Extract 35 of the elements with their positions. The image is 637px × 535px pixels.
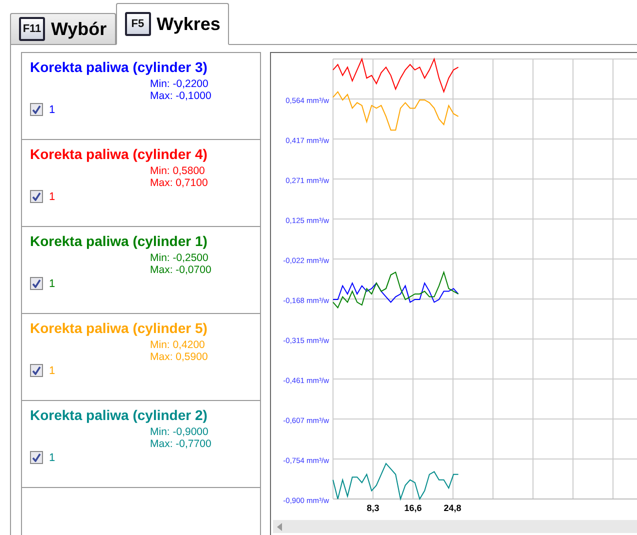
checkbox[interactable] (30, 190, 43, 203)
checkbox-label: 1 (49, 278, 56, 290)
series-title: Korekta paliwa (cylinder 2) (30, 407, 208, 423)
max-value: Max: -0,7700 (150, 438, 212, 450)
checkbox[interactable] (30, 364, 43, 377)
min-value: Min: -0,9000 (150, 426, 210, 438)
min-value: Min: 0,5800 (150, 165, 206, 177)
checkbox-label: 1 (49, 104, 56, 116)
series-title: Korekta paliwa (cylinder 4) (30, 146, 208, 162)
checkbox-label: 1 (49, 452, 56, 464)
x-tick-label: 16,6 (404, 503, 422, 513)
checkbox-label: 1 (49, 190, 56, 202)
checkbox[interactable] (30, 451, 43, 464)
tab-label: Wykres (156, 14, 220, 34)
checkbox-label: 1 (49, 364, 56, 376)
checkbox[interactable] (30, 277, 43, 290)
key-badge: F5 (124, 12, 151, 36)
min-value: Min: -0,2500 (150, 252, 210, 264)
max-value: Max: -0,0700 (150, 264, 212, 276)
x-tick-label: 24,8 (444, 503, 462, 513)
min-value: Min: -0,2200 (150, 78, 210, 90)
tab-label: Wybór (51, 18, 107, 40)
series-title: Korekta paliwa (cylinder 1) (30, 233, 208, 249)
min-value: Min: 0,4200 (150, 339, 206, 351)
horizontal-scrollbar[interactable] (273, 520, 637, 533)
tab[interactable]: F5 Wykres (116, 3, 230, 45)
tab[interactable]: F11 Wybór (10, 13, 116, 44)
max-value: Max: 0,5900 (150, 351, 209, 363)
series-title: Korekta paliwa (cylinder 5) (30, 320, 208, 336)
series-title: Korekta paliwa (cylinder 3) (30, 59, 208, 75)
key-badge: F11 (19, 17, 45, 41)
checkbox[interactable] (30, 103, 43, 116)
max-value: Max: 0,7100 (150, 177, 209, 189)
x-tick-label: 8,3 (366, 503, 380, 513)
max-value: Max: -0,1000 (150, 90, 212, 102)
